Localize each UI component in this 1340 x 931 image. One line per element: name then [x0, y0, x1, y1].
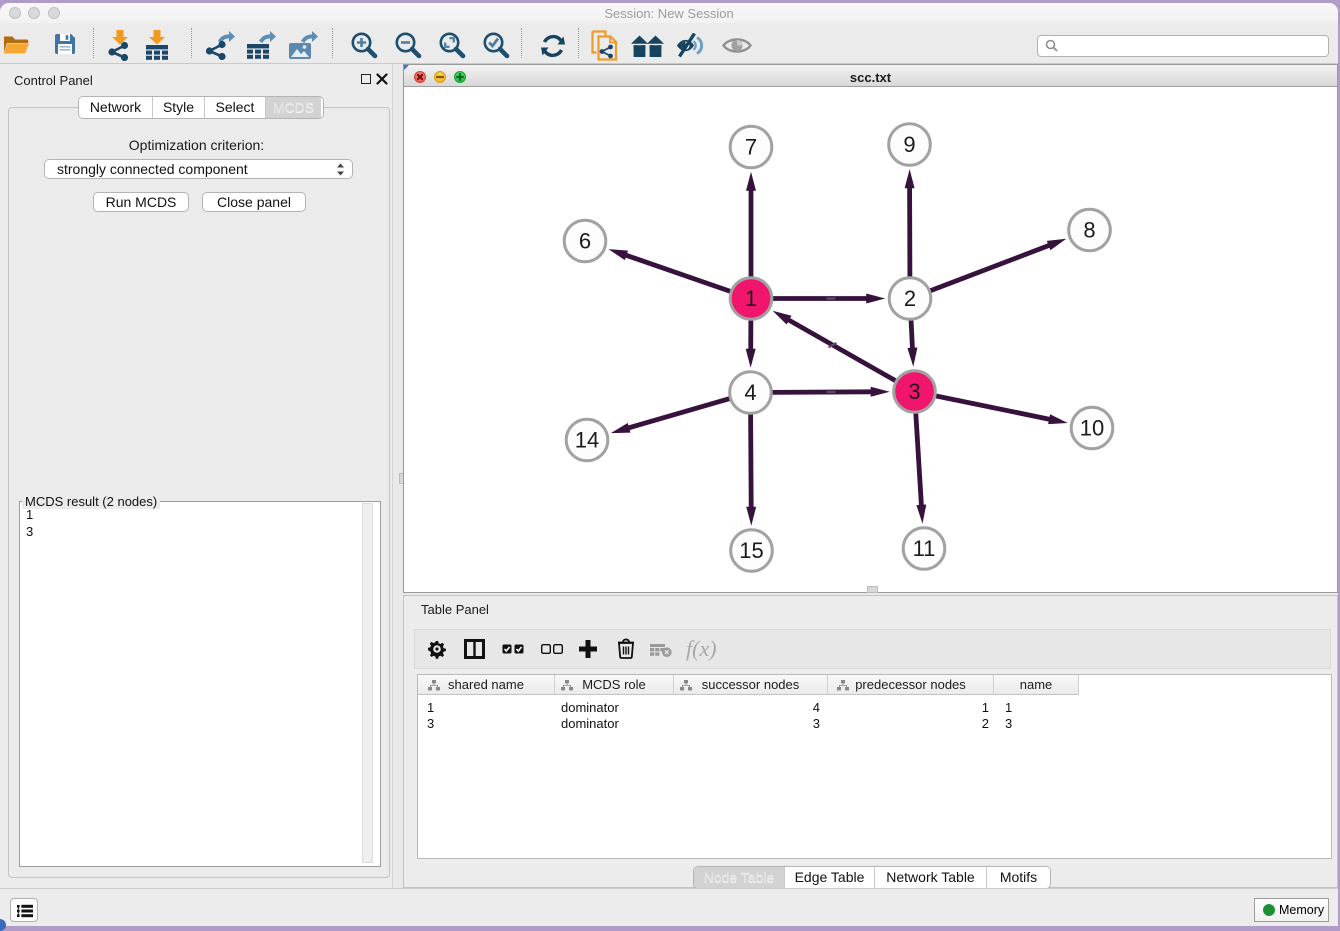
svg-text:8: 8: [1083, 218, 1095, 243]
svg-text:11: 11: [913, 536, 936, 561]
svg-text:14: 14: [575, 428, 599, 453]
svg-text:9: 9: [903, 132, 915, 157]
svg-text:1: 1: [745, 286, 757, 311]
svg-text:10: 10: [1080, 416, 1104, 441]
svg-text:6: 6: [579, 229, 591, 254]
svg-text:3: 3: [908, 379, 920, 404]
svg-text:4: 4: [744, 380, 756, 405]
svg-text:15: 15: [739, 538, 763, 563]
svg-text:7: 7: [745, 135, 757, 160]
svg-text:2: 2: [904, 286, 916, 311]
